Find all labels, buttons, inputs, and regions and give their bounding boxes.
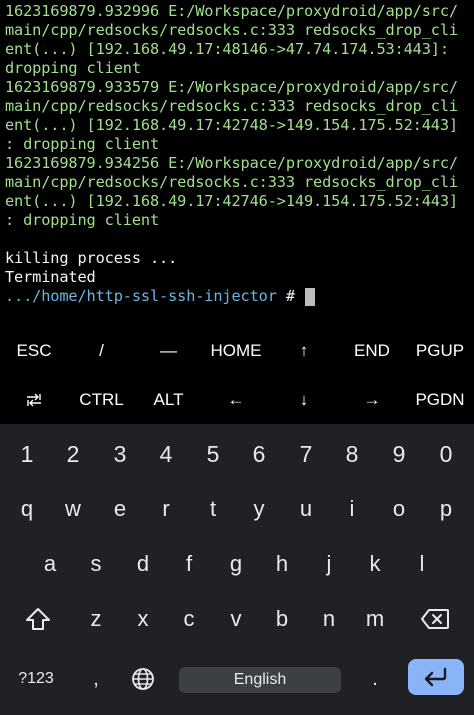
extra-keys-row-1: ESC / ― HOME ↑ END PGUP [0,326,474,375]
key-3[interactable]: 3 [97,430,143,478]
key-h[interactable]: h [259,540,305,588]
keyboard-bottom-row: ?123 , English . [0,649,474,711]
key-k[interactable]: k [352,540,398,588]
terminal-line: : dropping client [5,211,160,229]
key-s[interactable]: s [73,540,119,588]
terminal-line: ent(...) [192.168.49.17:48146->47.74.174… [5,40,449,58]
key-r[interactable]: r [143,485,189,533]
tab-arrows-icon [26,393,42,407]
period-key[interactable]: . [352,655,398,703]
page-up-key[interactable]: PGUP [406,326,474,375]
down-arrow-key[interactable]: ↓ [270,375,338,424]
key-9[interactable]: 9 [376,430,422,478]
terminal-line: 1623169879.934256 E:/Workspace/proxydroi… [5,154,458,172]
key-0[interactable]: 0 [422,430,470,478]
key-g[interactable]: g [213,540,259,588]
extra-keys-row-2: CTRL ALT ← ↓ → PGDN [0,375,474,424]
terminal-line: ent(...) [192.168.49.17:42746->149.154.1… [5,192,458,210]
ctrl-key[interactable]: CTRL [68,375,135,424]
key-b[interactable]: b [259,595,305,643]
key-x[interactable]: x [120,595,166,643]
terminal-line: dropping client [5,59,141,77]
slash-key[interactable]: / [68,326,135,375]
key-y[interactable]: y [236,485,282,533]
left-arrow-key[interactable]: ← [202,375,270,424]
soft-keyboard: 1 2 3 4 5 6 7 8 9 0 q w e r t y u i o p … [0,424,474,715]
comma-key[interactable]: , [73,655,119,703]
key-t[interactable]: t [190,485,236,533]
terminal-output[interactable]: 1623169879.932996 E:/Workspace/proxydroi… [0,0,474,322]
prompt-symbol: # [276,287,304,305]
key-j[interactable]: j [306,540,352,588]
terminal-line: Terminated [5,268,96,286]
shift-key[interactable] [8,595,68,643]
key-z[interactable]: z [73,595,119,643]
terminal-line: main/cpp/redsocks/redsocks.c:333 redsock… [5,173,458,191]
key-2[interactable]: 2 [50,430,96,478]
home-key[interactable]: HOME [202,326,270,375]
dash-key[interactable]: ― [135,326,202,375]
tab-key[interactable] [0,375,68,424]
key-i[interactable]: i [329,485,375,533]
terminal-line: : dropping client [5,135,160,153]
end-key[interactable]: END [338,326,406,375]
space-bar[interactable]: English [179,667,341,693]
keyboard-row-q: q w e r t y u i o p [0,481,474,539]
terminal-line: main/cpp/redsocks/redsocks.c:333 redsock… [5,21,458,39]
enter-arrow-icon [423,667,449,687]
key-u[interactable]: u [283,485,329,533]
key-m[interactable]: m [352,595,398,643]
key-6[interactable]: 6 [236,430,282,478]
key-p[interactable]: p [422,485,470,533]
prompt-path: .../home/http-ssl-ssh-injector [5,287,277,305]
extra-keys-bar: ESC / ― HOME ↑ END PGUP CTRL ALT ← ↓ → P… [0,326,474,424]
command-prompt[interactable]: .../home/http-ssl-ssh-injector # [5,287,471,306]
key-8[interactable]: 8 [329,430,375,478]
alt-key[interactable]: ALT [135,375,202,424]
terminal-line: main/cpp/redsocks/redsocks.c:333 redsock… [5,97,458,115]
key-d[interactable]: d [120,540,166,588]
globe-icon [131,667,155,691]
terminal-lines: 1623169879.932996 E:/Workspace/proxydroi… [5,2,471,306]
terminal-line: ent(...) [192.168.49.17:42748->149.154.1… [5,116,458,134]
key-f[interactable]: f [166,540,212,588]
esc-key[interactable]: ESC [0,326,68,375]
keyboard-row-a: a s d f g h j k l [0,536,474,594]
key-a[interactable]: a [27,540,73,588]
page-down-key[interactable]: PGDN [406,375,474,424]
text-cursor [304,287,315,306]
right-arrow-key[interactable]: → [338,375,406,424]
key-4[interactable]: 4 [143,430,189,478]
key-w[interactable]: w [50,485,96,533]
key-n[interactable]: n [306,595,352,643]
key-q[interactable]: q [4,485,50,533]
key-c[interactable]: c [166,595,212,643]
key-v[interactable]: v [213,595,259,643]
key-o[interactable]: o [376,485,422,533]
key-5[interactable]: 5 [190,430,236,478]
key-l[interactable]: l [399,540,445,588]
enter-key[interactable] [408,659,464,695]
symbols-key[interactable]: ?123 [4,655,68,703]
backspace-key[interactable] [404,595,466,643]
backspace-icon [420,608,450,630]
terminal-line: killing process ... [5,249,178,267]
key-1[interactable]: 1 [4,430,50,478]
keyboard-row-z: z x c v b n m [0,591,474,649]
keyboard-number-row: 1 2 3 4 5 6 7 8 9 0 [0,426,474,484]
key-7[interactable]: 7 [283,430,329,478]
terminal-line: 1623169879.932996 E:/Workspace/proxydroi… [5,2,458,20]
terminal-line: 1623169879.933579 E:/Workspace/proxydroi… [5,78,458,96]
shift-arrow-icon [25,607,51,631]
key-e[interactable]: e [97,485,143,533]
up-arrow-key[interactable]: ↑ [270,326,338,375]
language-key[interactable] [120,655,166,703]
